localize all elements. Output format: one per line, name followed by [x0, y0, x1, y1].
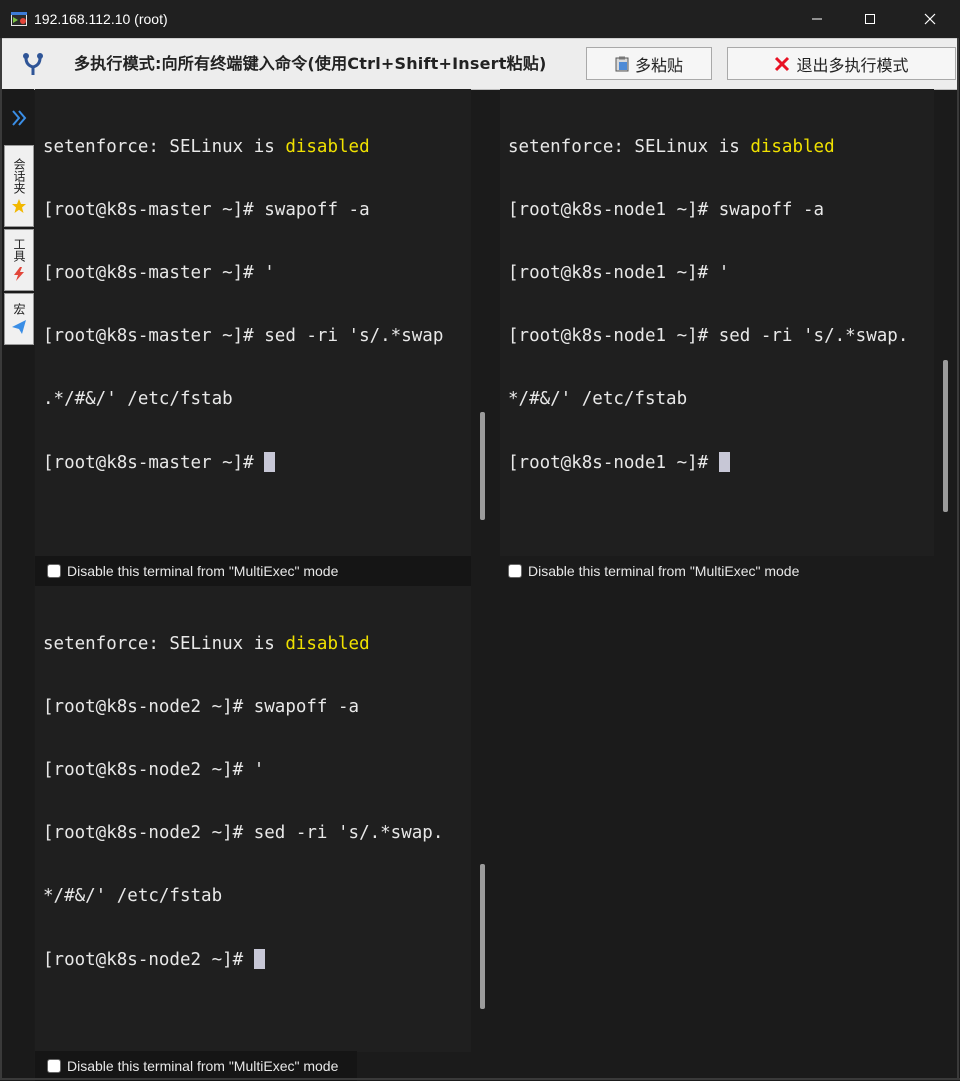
maximize-icon — [865, 14, 875, 24]
terminal-text: setenforce: SELinux is — [43, 137, 286, 157]
terminal-cursor — [718, 452, 730, 472]
red-x-icon — [775, 56, 790, 71]
terminal-line: [root@k8s-node2 ~]# sed -ri 's/.*swap. — [43, 823, 444, 843]
send-icon — [12, 320, 26, 334]
close-button[interactable] — [903, 0, 957, 38]
terminal-line: [root@k8s-master ~]# ' — [43, 263, 275, 283]
terminal-line: setenforce: SELinux is disabled — [508, 137, 914, 158]
selinux-status: disabled — [750, 137, 835, 157]
fork-icon — [23, 53, 43, 75]
terminal-output: setenforce: SELinux is disabled [root@k8… — [43, 95, 451, 515]
terminal-line: [root@k8s-master ~]# swapoff -a — [43, 200, 370, 220]
terminal-text: setenforce: SELinux is — [508, 137, 751, 157]
multi-paste-label: 多粘贴 — [634, 55, 683, 75]
terminal-prompt: [root@k8s-node2 ~]# — [43, 950, 254, 970]
double-chevron-right-icon[interactable] — [8, 107, 30, 129]
terminal-cursor — [253, 949, 265, 969]
disable-multiexec-checkbox-node1[interactable] — [508, 564, 522, 578]
multiexec-bar: 多执行模式:向所有终端键入命令(使用Ctrl+Shift+Insert粘贴) 多… — [2, 38, 957, 90]
terminal-output: setenforce: SELinux is disabled [root@k8… — [43, 592, 451, 1012]
maximize-button[interactable] — [843, 0, 897, 38]
terminal-line: [root@k8s-node1 ~]# ' — [508, 263, 730, 283]
sidebar-tab-macros[interactable]: 宏 — [4, 293, 34, 345]
minimize-icon — [812, 18, 822, 20]
minimize-button[interactable] — [790, 0, 844, 38]
close-icon — [924, 13, 936, 25]
terminal-pane-node1[interactable]: setenforce: SELinux is disabled [root@k8… — [500, 89, 934, 556]
window-border-right — [957, 38, 959, 1080]
terminal-prompt-line: [root@k8s-master ~]# — [43, 452, 451, 473]
clipboard-icon — [615, 56, 629, 71]
sidebar-tab-tools[interactable]: 工具 — [4, 229, 34, 291]
terminal-prompt-line: [root@k8s-node1 ~]# — [508, 452, 914, 473]
terminal-line: [root@k8s-master ~]# sed -ri 's/.*swap — [43, 326, 444, 346]
window-title: 192.168.112.10 (root) — [34, 11, 168, 27]
pane-footer-node1: Disable this terminal from "MultiExec" m… — [500, 556, 934, 586]
sidebar-tab-macros-label: 宏 — [12, 303, 26, 315]
mobaxterm-app-icon — [11, 12, 27, 26]
exit-multiexec-button[interactable]: 退出多执行模式 — [727, 47, 956, 80]
window-titlebar[interactable]: 192.168.112.10 (root) — [0, 0, 960, 38]
terminal-line: [root@k8s-node2 ~]# ' — [43, 760, 265, 780]
disable-multiexec-label: Disable this terminal from "MultiExec" m… — [67, 563, 339, 579]
pane-footer-node2: Disable this terminal from "MultiExec" m… — [35, 1051, 357, 1081]
multiexec-mode-label: 多执行模式:向所有终端键入命令(使用Ctrl+Shift+Insert粘贴) — [74, 54, 547, 73]
scrollbar-thumb-node2[interactable] — [480, 864, 485, 1009]
terminal-cursor — [264, 452, 276, 472]
disable-multiexec-label: Disable this terminal from "MultiExec" m… — [67, 1058, 339, 1074]
sidebar-tab-sessions-label: 会话夹 — [12, 158, 26, 194]
left-sidebar: 会话夹 工具 宏 — [2, 89, 34, 1078]
selinux-status: disabled — [285, 634, 370, 654]
terminal-output: setenforce: SELinux is disabled [root@k8… — [508, 95, 914, 515]
terminal-line: [root@k8s-node1 ~]# swapoff -a — [508, 200, 825, 220]
tools-icon — [14, 267, 24, 281]
disable-multiexec-checkbox-master[interactable] — [47, 564, 61, 578]
terminal-prompt: [root@k8s-master ~]# — [43, 453, 265, 473]
terminal-prompt: [root@k8s-node1 ~]# — [508, 453, 719, 473]
selinux-status: disabled — [285, 137, 370, 157]
exit-multiexec-label: 退出多执行模式 — [796, 55, 909, 75]
disable-multiexec-label: Disable this terminal from "MultiExec" m… — [528, 563, 800, 579]
terminal-line: setenforce: SELinux is disabled — [43, 634, 451, 655]
star-icon — [12, 199, 26, 213]
terminal-line: [root@k8s-node1 ~]# sed -ri 's/.*swap. — [508, 326, 909, 346]
terminal-line: .*/#&/' /etc/fstab — [43, 389, 233, 409]
multi-paste-button[interactable]: 多粘贴 — [586, 47, 712, 80]
pane-footer-master: Disable this terminal from "MultiExec" m… — [35, 556, 471, 586]
scrollbar-thumb-master[interactable] — [480, 412, 485, 520]
terminal-line: */#&/' /etc/fstab — [508, 389, 688, 409]
terminal-line: [root@k8s-node2 ~]# swapoff -a — [43, 697, 360, 717]
sidebar-tab-sessions[interactable]: 会话夹 — [4, 145, 34, 227]
terminal-text: setenforce: SELinux is — [43, 634, 286, 654]
terminal-line: */#&/' /etc/fstab — [43, 886, 223, 906]
scrollbar-thumb-node1[interactable] — [943, 360, 948, 512]
disable-multiexec-checkbox-node2[interactable] — [47, 1059, 61, 1073]
window-border-left — [0, 38, 2, 1080]
terminal-line: setenforce: SELinux is disabled — [43, 137, 451, 158]
sidebar-tab-tools-label: 工具 — [12, 238, 26, 262]
terminal-prompt-line: [root@k8s-node2 ~]# — [43, 949, 451, 970]
terminal-pane-master[interactable]: setenforce: SELinux is disabled [root@k8… — [35, 89, 471, 556]
terminal-pane-node2[interactable]: setenforce: SELinux is disabled [root@k8… — [35, 586, 471, 1052]
